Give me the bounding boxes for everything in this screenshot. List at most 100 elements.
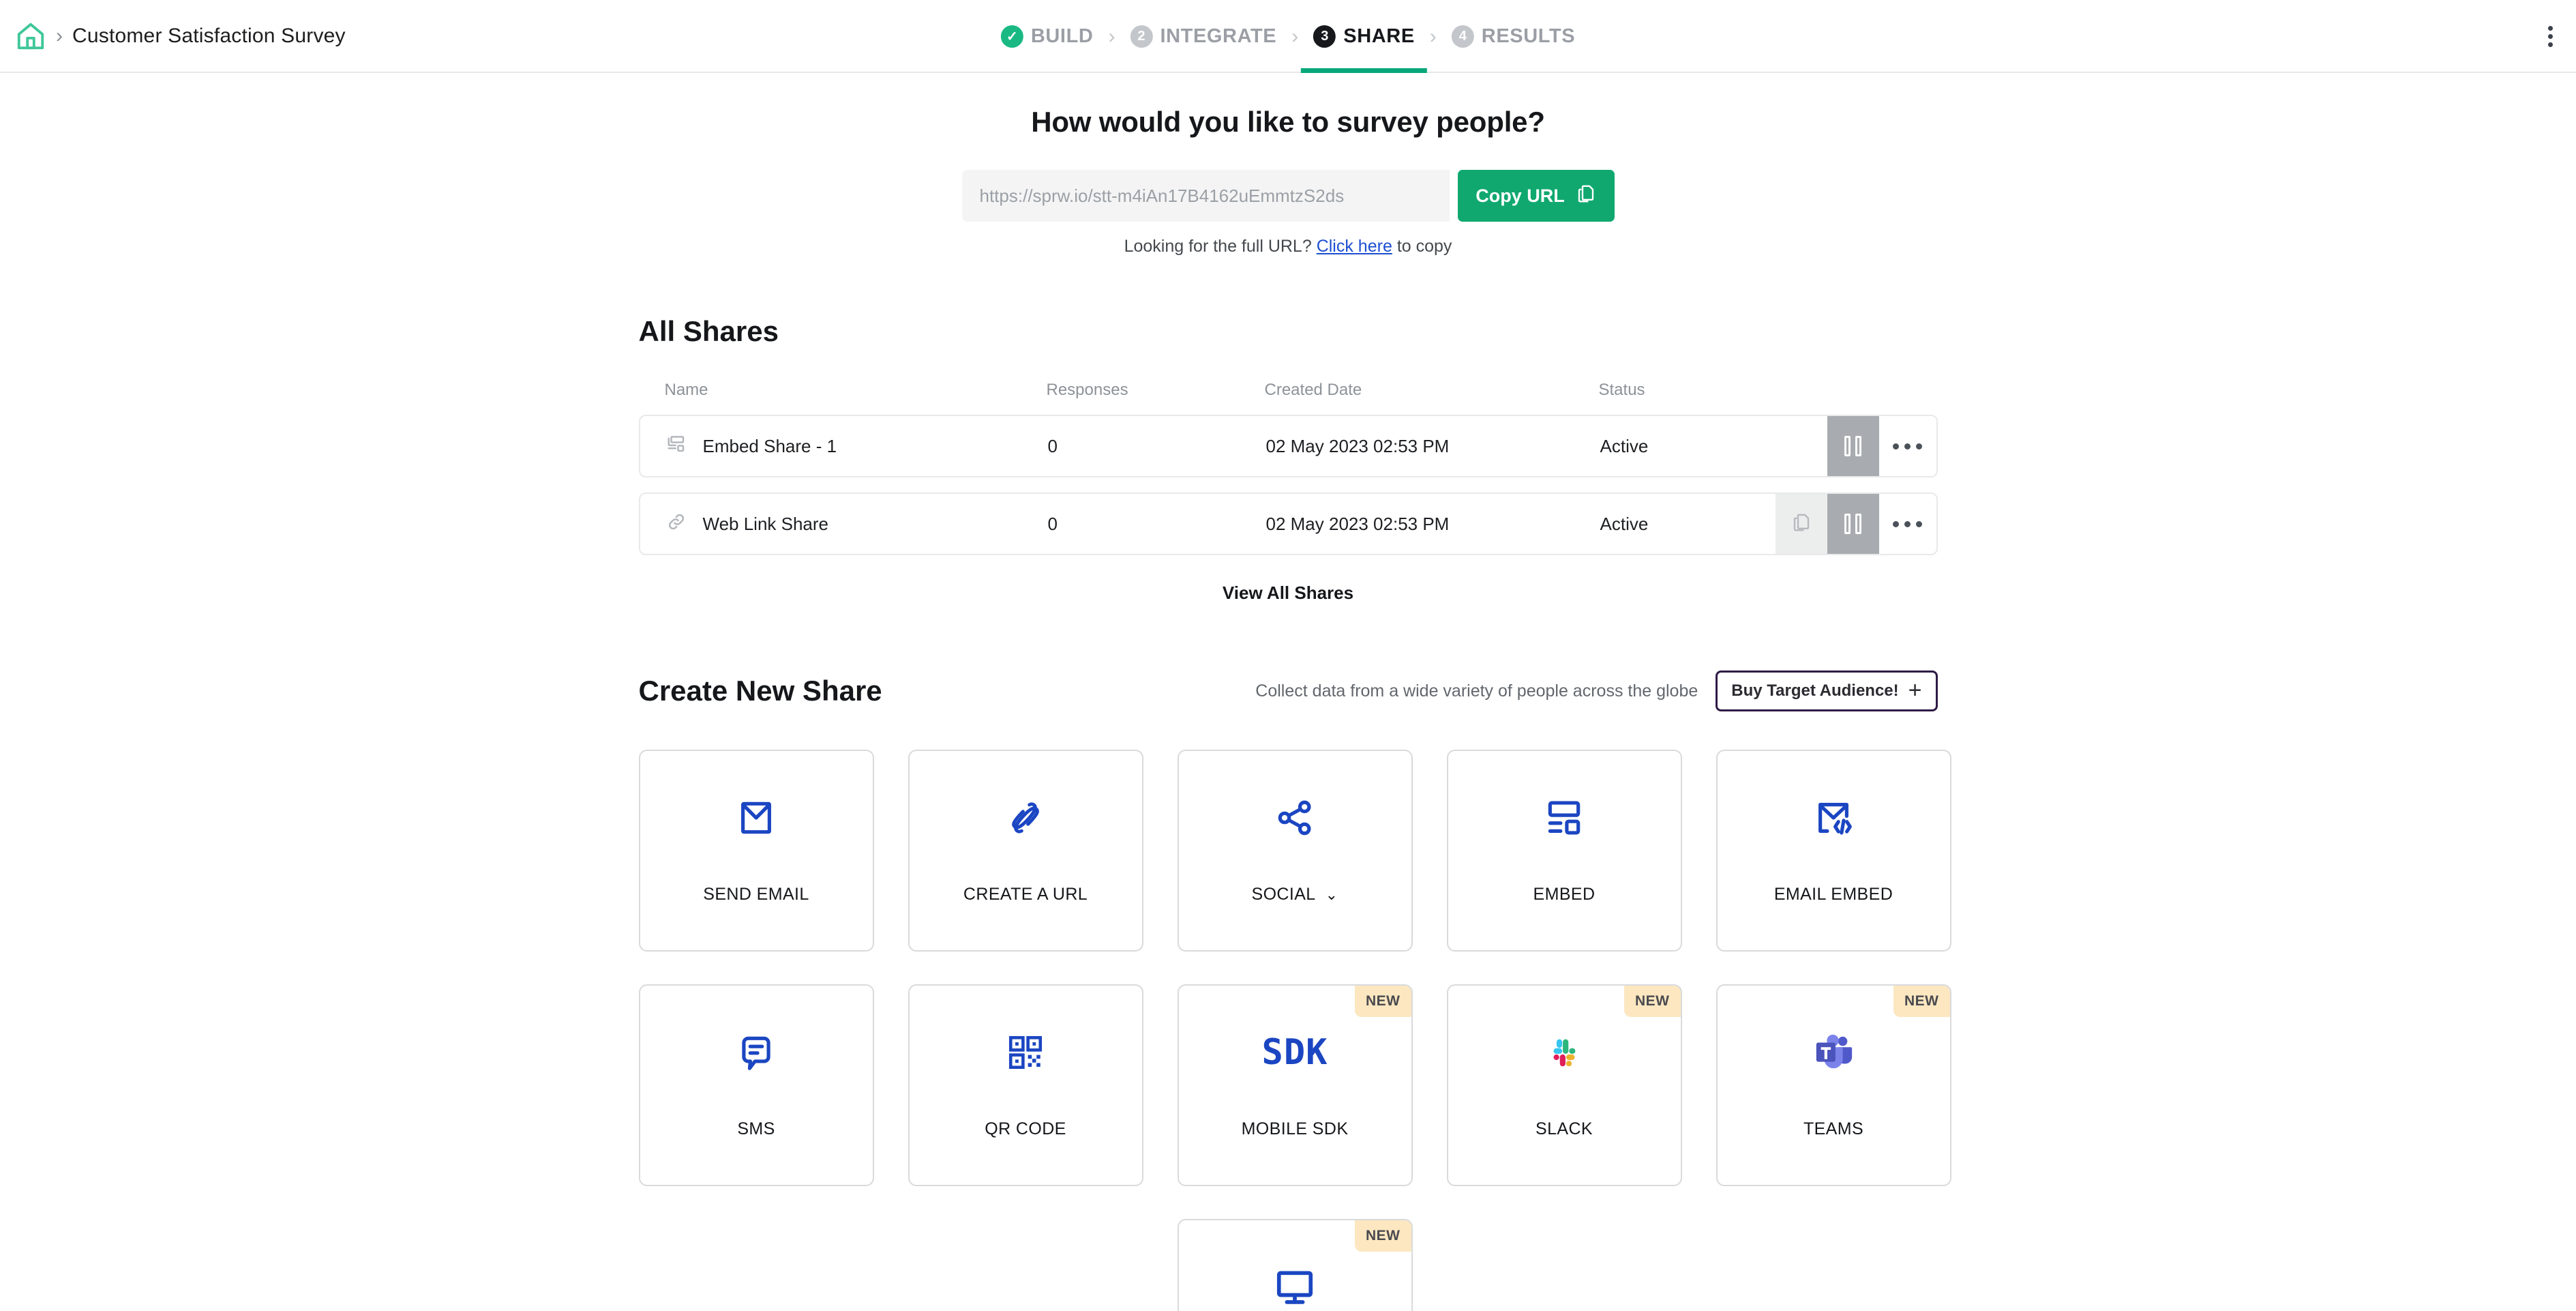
share-card-label: SEND EMAIL bbox=[703, 885, 809, 904]
chevron-down-icon[interactable]: ⌄ bbox=[1326, 886, 1338, 904]
row-actions bbox=[1827, 416, 1936, 476]
share-card-label: SOCIAL ⌄ bbox=[1252, 885, 1338, 904]
share-card-partial[interactable]: NEW bbox=[1177, 1219, 1413, 1311]
share-card-label: CREATE A URL bbox=[963, 885, 1088, 904]
horizontal-dots-icon bbox=[1893, 520, 1922, 527]
share-card-email-embed[interactable]: EMAIL EMBED bbox=[1716, 750, 1951, 952]
share-card-label: SLACK bbox=[1536, 1119, 1593, 1139]
card-text: EMBED bbox=[1533, 885, 1596, 904]
share-card-social[interactable]: SOCIAL ⌄ bbox=[1177, 750, 1413, 952]
step-results-label: RESULTS bbox=[1481, 25, 1576, 47]
main-content: How would you like to survey people? Cop… bbox=[0, 106, 2576, 1311]
link-icon bbox=[666, 512, 687, 537]
pause-share-button[interactable] bbox=[1827, 416, 1879, 476]
responses-cell: 0 bbox=[1047, 435, 1058, 456]
embed-icon bbox=[666, 434, 687, 459]
table-row[interactable]: Embed Share - 1 0 02 May 2023 02:53 PM A… bbox=[638, 415, 1938, 477]
horizontal-dots-icon bbox=[1893, 443, 1922, 450]
share-name-cell: Web Link Share bbox=[666, 512, 1048, 537]
column-header-responses: Responses bbox=[1046, 381, 1128, 399]
sdk-text: SDK bbox=[1261, 1032, 1328, 1073]
page-title: Customer Satisfaction Survey bbox=[72, 24, 346, 47]
column-header-name: Name bbox=[664, 381, 708, 399]
card-text: TEAMS bbox=[1803, 1119, 1864, 1138]
share-card-label: QR CODE bbox=[985, 1119, 1066, 1139]
share-url-input[interactable] bbox=[961, 170, 1450, 222]
share-card-qr-code[interactable]: QR CODE bbox=[908, 984, 1143, 1186]
share-card-send-email[interactable]: SEND EMAIL bbox=[638, 750, 874, 952]
chevron-right-icon: › bbox=[1429, 25, 1437, 48]
card-text: SOCIAL bbox=[1251, 885, 1316, 904]
card-text: MOBILE SDK bbox=[1241, 1119, 1349, 1138]
click-here-link[interactable]: Click here bbox=[1317, 237, 1392, 256]
card-text: CREATE A URL bbox=[963, 885, 1088, 904]
step-share-label: SHARE bbox=[1343, 25, 1415, 47]
target-audience-note: Collect data from a wide variety of peop… bbox=[1255, 681, 1698, 701]
step-results[interactable]: 4 RESULTS bbox=[1451, 0, 1576, 73]
new-badge: NEW bbox=[1355, 986, 1411, 1017]
share-card-create-a-url[interactable]: CREATE A URL bbox=[908, 750, 1143, 952]
breadcrumb: › Customer Satisfaction Survey bbox=[0, 20, 346, 52]
share-card-label: TEAMS bbox=[1803, 1119, 1863, 1139]
share-method-grid: SEND EMAIL CREATE A URL SOCIAL ⌄ EMBED E… bbox=[638, 750, 1951, 1311]
pause-icon bbox=[1844, 436, 1861, 456]
created-date-cell: 02 May 2023 02:53 PM bbox=[1265, 435, 1450, 456]
new-badge: NEW bbox=[1624, 986, 1681, 1017]
step-integrate-badge: 2 bbox=[1130, 25, 1153, 48]
status-badge: Active bbox=[1600, 435, 1649, 456]
card-text: QR CODE bbox=[985, 1119, 1066, 1138]
share-card-mobile-sdk[interactable]: NEW SDK MOBILE SDK bbox=[1177, 984, 1413, 1186]
buy-target-audience-button[interactable]: Buy Target Audience! + bbox=[1716, 671, 1938, 711]
card-text: SEND EMAIL bbox=[703, 885, 809, 904]
row-more-button[interactable] bbox=[1878, 416, 1936, 476]
copy-share-link-button[interactable] bbox=[1775, 494, 1827, 554]
envelope-icon bbox=[640, 751, 873, 885]
column-header-created-date: Created Date bbox=[1264, 381, 1362, 399]
link-chain-icon bbox=[910, 751, 1142, 885]
sms-bubble-icon bbox=[640, 986, 873, 1119]
step-share-badge: 3 bbox=[1313, 25, 1336, 48]
step-integrate[interactable]: 2 INTEGRATE bbox=[1130, 0, 1276, 73]
survey-method-heading: How would you like to survey people? bbox=[1031, 106, 1545, 138]
column-header-status: Status bbox=[1598, 381, 1645, 399]
status-badge: Active bbox=[1600, 513, 1649, 534]
responses-cell: 0 bbox=[1047, 513, 1058, 534]
share-card-label: EMBED bbox=[1533, 885, 1596, 904]
email-code-icon bbox=[1718, 751, 1950, 885]
step-integrate-label: INTEGRATE bbox=[1160, 25, 1277, 47]
buy-target-audience-label: Buy Target Audience! bbox=[1731, 681, 1899, 700]
copy-url-button[interactable]: Copy URL bbox=[1457, 170, 1615, 222]
share-card-sms[interactable]: SMS bbox=[638, 984, 874, 1186]
share-card-slack[interactable]: NEW SLACK bbox=[1446, 984, 1682, 1186]
step-share[interactable]: 3 SHARE bbox=[1301, 0, 1427, 73]
vertical-dots-icon[interactable] bbox=[2538, 0, 2562, 73]
full-url-hint: Looking for the full URL? Click here to … bbox=[0, 237, 2576, 256]
share-card-embed[interactable]: EMBED bbox=[1446, 750, 1682, 952]
full-url-suffix: to copy bbox=[1396, 237, 1452, 256]
step-build[interactable]: ✓ BUILD bbox=[1000, 0, 1094, 73]
app-header: › Customer Satisfaction Survey ✓ BUILD ›… bbox=[0, 0, 2576, 73]
step-navigation: ✓ BUILD › 2 INTEGRATE › 3 SHARE › 4 RESU… bbox=[1000, 0, 1576, 73]
share-card-teams[interactable]: NEW TEAMS bbox=[1716, 984, 1951, 1186]
pause-share-button[interactable] bbox=[1827, 494, 1879, 554]
share-name-cell: Embed Share - 1 bbox=[666, 434, 1048, 459]
row-more-button[interactable] bbox=[1878, 494, 1936, 554]
home-icon[interactable] bbox=[15, 20, 46, 52]
table-row[interactable]: Web Link Share 0 02 May 2023 02:53 PM Ac… bbox=[638, 492, 1938, 555]
embed-layout-icon bbox=[1448, 751, 1681, 885]
step-build-label: BUILD bbox=[1030, 25, 1094, 47]
create-new-share-header: Create New Share Collect data from a wid… bbox=[639, 671, 1938, 711]
card-text: SMS bbox=[737, 1119, 775, 1138]
chevron-right-icon: › bbox=[1291, 25, 1299, 48]
share-name: Embed Share - 1 bbox=[702, 435, 837, 456]
view-all-shares-link[interactable]: View All Shares bbox=[639, 583, 1938, 604]
create-new-share-title: Create New Share bbox=[638, 675, 882, 707]
row-actions bbox=[1775, 494, 1936, 554]
new-badge: NEW bbox=[1355, 1220, 1411, 1252]
share-url-row: Copy URL bbox=[0, 170, 2576, 222]
full-url-prefix: Looking for the full URL? bbox=[1124, 237, 1312, 256]
copy-url-label: Copy URL bbox=[1476, 185, 1565, 206]
pause-icon bbox=[1844, 514, 1861, 534]
share-nodes-icon bbox=[1179, 751, 1411, 885]
chevron-right-icon: › bbox=[1108, 25, 1115, 48]
